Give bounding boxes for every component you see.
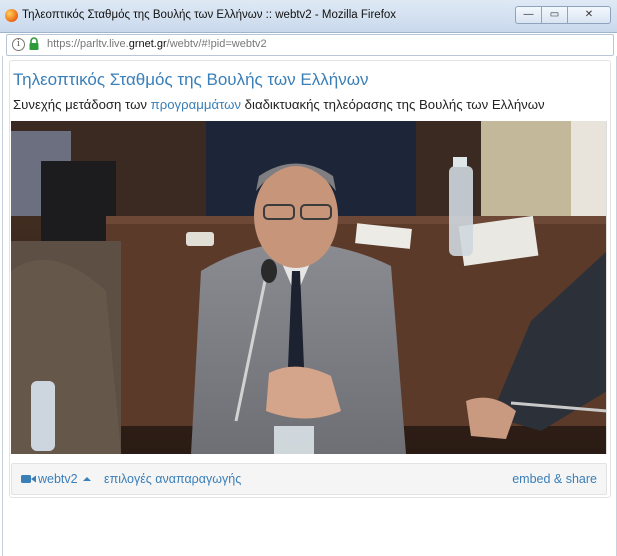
video-frame (11, 121, 607, 454)
firefox-icon (5, 9, 18, 22)
address-bar[interactable]: i https://parltv.live.grnet.gr/webtv/#!p… (6, 34, 614, 56)
subtitle-text-after: διαδικτυακής τηλεόρασης της Βουλής των Ε… (241, 97, 545, 112)
url-text[interactable]: https://parltv.live.grnet.gr/webtv/#!pid… (47, 38, 267, 50)
channel-dropdown[interactable]: webtv2 (38, 472, 91, 486)
page-title: Τηλεοπτικός Σταθμός της Βουλής των Ελλήν… (13, 70, 369, 89)
url-prefix: https://parltv.live. (47, 38, 129, 50)
subtitle-text-before: Συνεχής μετάδοση των (13, 97, 151, 112)
caret-up-icon (82, 477, 91, 481)
window-titlebar: Τηλεοπτικός Σταθμός της Βουλής των Ελλήν… (0, 0, 617, 33)
video-camera-icon (21, 475, 36, 483)
window-controls: — ▭ ✕ (515, 6, 611, 24)
maximize-button[interactable]: ▭ (541, 6, 568, 24)
minimize-button[interactable]: — (515, 6, 542, 24)
video-player[interactable] (11, 121, 607, 454)
url-host: grnet.gr (128, 38, 167, 50)
info-icon[interactable]: i (12, 38, 25, 51)
close-button[interactable]: ✕ (567, 6, 611, 24)
playback-options-link[interactable]: επιλογές αναπαραγωγής (104, 472, 241, 486)
player-toolbar: webtv2 επιλογές αναπαραγωγής embed & sha… (11, 463, 607, 495)
page-subtitle: Συνεχής μετάδοση των προγραμμάτων διαδικ… (13, 97, 545, 112)
url-suffix: /webtv/#!pid=webtv2 (166, 38, 267, 50)
lock-icon[interactable] (28, 37, 40, 51)
embed-share-link[interactable]: embed & share (512, 472, 597, 486)
programs-link[interactable]: προγραμμάτων (151, 97, 241, 112)
channel-label: webtv2 (38, 472, 78, 486)
window-title: Τηλεοπτικός Σταθμός της Βουλής των Ελλήν… (22, 9, 397, 21)
